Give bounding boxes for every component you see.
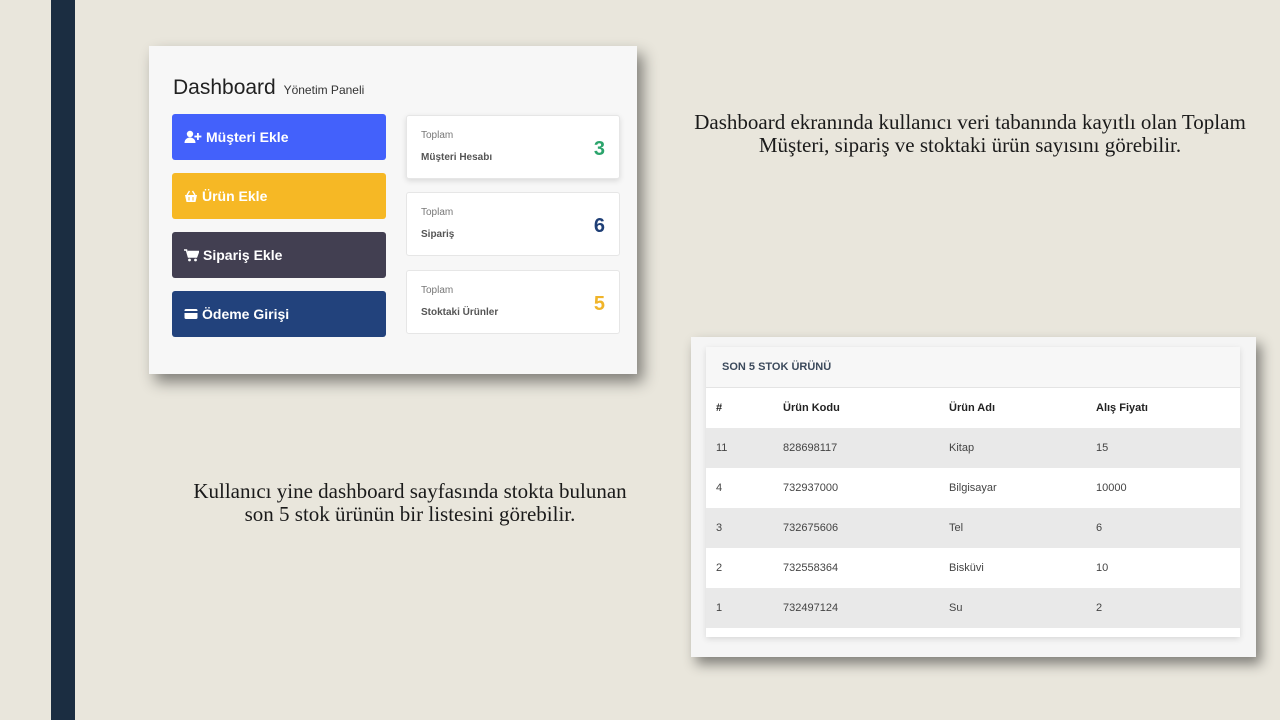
user-plus-icon	[184, 130, 202, 144]
stock-description: Kullanıcı yine dashboard sayfasında stok…	[193, 479, 627, 526]
add-customer-label: Müşteri Ekle	[206, 129, 289, 145]
dashboard-description: Dashboard ekranında kullanıcı veri taban…	[694, 110, 1246, 157]
stat-card-orders: Toplam Sipariş 6	[406, 192, 620, 256]
stat-prefix: Toplam	[421, 207, 454, 218]
table-row[interactable]: 4 732937000 Bilgisayar 10000	[706, 468, 1240, 508]
page-subtitle: Yönetim Paneli	[283, 83, 365, 97]
basket-icon	[184, 190, 198, 203]
stock-table: # Ürün Kodu Ürün Adı Alış Fiyatı 11 8286…	[706, 388, 1240, 628]
column-header-product-name: Ürün Adı	[949, 402, 996, 414]
cell-purchase-price: 2	[1096, 602, 1103, 614]
stat-value: 6	[593, 215, 605, 237]
column-header-index: #	[716, 402, 723, 414]
add-order-label: Sipariş Ekle	[203, 247, 283, 263]
cell-product-name: Bisküvi	[949, 562, 984, 574]
cell-index: 4	[716, 482, 723, 494]
stock-table-screenshot: SON 5 STOK ÜRÜNÜ # Ürün Kodu Ürün Adı Al…	[691, 337, 1256, 657]
column-header-purchase-price: Alış Fiyatı	[1096, 402, 1148, 414]
payment-entry-button[interactable]: Ödeme Girişi	[172, 291, 386, 337]
stat-label: Stoktaki Ürünler	[421, 307, 499, 318]
cell-index: 11	[716, 442, 728, 454]
add-product-label: Ürün Ekle	[202, 188, 268, 204]
add-product-button[interactable]: Ürün Ekle	[172, 173, 386, 219]
table-row[interactable]: 2 732558364 Bisküvi 10	[706, 548, 1240, 588]
stat-prefix: Toplam	[421, 285, 454, 296]
cell-product-code: 732558364	[783, 562, 839, 574]
stat-card-stock-products: Toplam Stoktaki Ürünler 5	[406, 270, 620, 334]
slide-accent-bar	[51, 0, 75, 720]
cell-product-name: Kitap	[949, 442, 975, 454]
cart-icon	[184, 248, 199, 262]
cell-product-code: 732937000	[783, 482, 839, 494]
payment-entry-label: Ödeme Girişi	[202, 306, 290, 322]
stat-card-customers: Toplam Müşteri Hesabı 3	[406, 115, 620, 179]
cell-product-name: Su	[949, 602, 963, 614]
stock-panel-title: SON 5 STOK ÜRÜNÜ	[706, 347, 1240, 388]
table-row[interactable]: 3 732675606 Tel 6	[706, 508, 1240, 548]
cell-product-code: 732497124	[783, 602, 839, 614]
stat-value: 5	[593, 293, 605, 315]
stat-label: Müşteri Hesabı	[421, 152, 493, 163]
stock-panel: SON 5 STOK ÜRÜNÜ # Ürün Kodu Ürün Adı Al…	[706, 347, 1240, 637]
add-order-button[interactable]: Sipariş Ekle	[172, 232, 386, 278]
cell-index: 2	[716, 562, 723, 574]
cell-purchase-price: 10000	[1096, 482, 1127, 494]
credit-card-icon	[184, 308, 198, 320]
stat-label: Sipariş	[421, 229, 455, 240]
cell-product-code: 828698117	[783, 442, 838, 454]
cell-purchase-price: 6	[1096, 522, 1103, 534]
cell-product-name: Bilgisayar	[949, 482, 997, 494]
cell-product-name: Tel	[949, 522, 964, 534]
cell-index: 3	[716, 522, 723, 534]
dashboard-screenshot: Dashboard Yönetim Paneli Müşteri Ekle Ür…	[149, 46, 637, 374]
table-header-row: # Ürün Kodu Ürün Adı Alış Fiyatı	[706, 388, 1240, 428]
stat-prefix: Toplam	[421, 130, 454, 141]
page-title: Dashboard Yönetim Paneli	[173, 76, 365, 99]
column-header-product-code: Ürün Kodu	[783, 402, 840, 414]
cell-purchase-price: 10	[1096, 562, 1109, 574]
cell-product-code: 732675606	[783, 522, 839, 534]
cell-purchase-price: 15	[1096, 442, 1109, 454]
table-row[interactable]: 1 732497124 Su 2	[706, 588, 1240, 628]
add-customer-button[interactable]: Müşteri Ekle	[172, 114, 386, 160]
table-row[interactable]: 11 828698117 Kitap 15	[706, 428, 1240, 468]
cell-index: 1	[716, 602, 723, 614]
stat-value: 3	[593, 138, 605, 160]
